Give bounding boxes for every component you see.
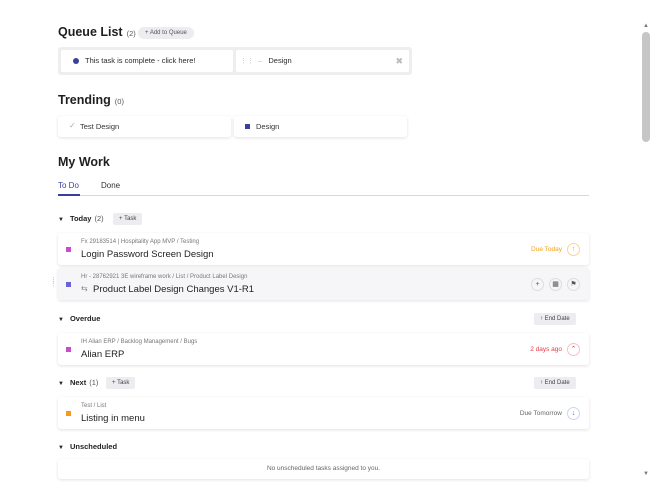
close-icon[interactable]: ✖ bbox=[395, 50, 403, 72]
group-unscheduled-label: Unscheduled bbox=[69, 442, 118, 451]
task-color-square bbox=[66, 282, 71, 287]
trending-item-label: Design bbox=[256, 122, 280, 131]
task-color-square bbox=[66, 247, 71, 252]
subtask-icon: ⇆ bbox=[81, 284, 88, 293]
group-next-label: Next bbox=[69, 378, 87, 387]
scroll-down-icon[interactable]: ▼ bbox=[642, 470, 650, 478]
tab-active-indicator bbox=[58, 194, 80, 196]
group-next-header[interactable]: ▼ Next (1) bbox=[58, 377, 98, 389]
trending-count: (0) bbox=[114, 97, 124, 106]
queue-item-label: Design bbox=[268, 56, 292, 65]
task-listing-in-menu[interactable]: Test / List Listing in menu Due Tomorrow… bbox=[58, 397, 589, 429]
task-name: Listing in menu bbox=[81, 413, 145, 424]
dash-icon: – bbox=[258, 56, 263, 65]
caret-down-icon[interactable]: ▼ bbox=[58, 378, 64, 390]
sort-end-date-button[interactable]: ↑ End Date bbox=[534, 377, 576, 389]
drag-handle-icon[interactable]: ⋮⋮ bbox=[240, 58, 254, 65]
task-name: Login Password Screen Design bbox=[81, 249, 214, 260]
group-today-header[interactable]: ▼ Today (2) bbox=[58, 213, 104, 225]
task-path: Test / List bbox=[81, 403, 107, 409]
sort-end-date-button[interactable]: ↑ End Date bbox=[534, 313, 576, 325]
queue-item-label: This task is complete - click here! bbox=[85, 56, 196, 65]
caret-down-icon[interactable]: ▼ bbox=[58, 314, 64, 326]
due-label: 2 days ago bbox=[530, 346, 562, 353]
calendar-icon[interactable]: ▦ bbox=[549, 278, 562, 291]
vertical-scrollbar[interactable]: ▲ ▼ bbox=[642, 22, 650, 478]
task-path: IH Alian ERP / Backlog Management / Bugs bbox=[81, 339, 198, 345]
trending-title-text: Trending bbox=[58, 93, 111, 107]
group-overdue-header[interactable]: ▼ Overdue bbox=[58, 313, 100, 325]
my-work-title: My Work bbox=[58, 155, 110, 169]
group-today-label: Today bbox=[69, 214, 92, 223]
group-overdue-label: Overdue bbox=[69, 314, 101, 323]
queue-list-title: Queue List (2) bbox=[58, 25, 136, 39]
add-task-next-button[interactable]: + Task bbox=[106, 377, 136, 389]
queue-item-design[interactable]: ⋮⋮ – Design ✖ bbox=[236, 50, 409, 72]
priority-up-icon[interactable]: ↑ bbox=[567, 243, 580, 256]
due-label: Due Today bbox=[531, 246, 562, 253]
trending-title: Trending (0) bbox=[58, 93, 124, 107]
queue-item-complete[interactable]: This task is complete - click here! bbox=[61, 50, 233, 72]
drag-handle-icon[interactable]: ⋮⋮ bbox=[50, 277, 57, 288]
scroll-up-icon[interactable]: ▲ bbox=[642, 22, 650, 30]
task-color-square bbox=[66, 411, 71, 416]
color-square-icon bbox=[245, 124, 250, 129]
group-today-count: (2) bbox=[94, 214, 104, 223]
queue-list-container: This task is complete - click here! ⋮⋮ –… bbox=[58, 47, 412, 75]
task-alian-erp[interactable]: IH Alian ERP / Backlog Management / Bugs… bbox=[58, 333, 589, 365]
group-next-count: (1) bbox=[89, 378, 99, 387]
task-product-label[interactable]: Hr - 28762921 3E wireframe work / List /… bbox=[58, 268, 589, 300]
queue-status-dot bbox=[73, 58, 79, 65]
tab-to-do[interactable]: To Do bbox=[58, 181, 79, 190]
trending-item-label: Test Design bbox=[80, 122, 120, 131]
check-icon: ✓ bbox=[69, 121, 76, 130]
task-color-square bbox=[66, 347, 71, 352]
priority-down-icon[interactable]: ↓ bbox=[567, 407, 580, 420]
priority-urgent-icon[interactable]: ⌃ bbox=[567, 343, 580, 356]
scrollbar-thumb[interactable] bbox=[642, 32, 650, 142]
tabs-divider bbox=[58, 195, 589, 196]
task-path: Fx 29183514 | Hospitality App MVP / Test… bbox=[81, 239, 200, 245]
task-login-password[interactable]: Fx 29183514 | Hospitality App MVP / Test… bbox=[58, 233, 589, 265]
task-name: Product Label Design Changes V1-R1 bbox=[93, 284, 255, 295]
due-label: Due Tomorrow bbox=[519, 410, 562, 417]
group-unscheduled-header[interactable]: ▼ Unscheduled bbox=[58, 441, 117, 453]
task-name: Alian ERP bbox=[81, 349, 125, 360]
unscheduled-empty-message: No unscheduled tasks assigned to you. bbox=[58, 459, 589, 479]
caret-down-icon[interactable]: ▼ bbox=[58, 214, 64, 226]
queue-count: (2) bbox=[126, 29, 136, 38]
flag-icon[interactable]: ⚑ bbox=[567, 278, 580, 291]
assign-user-icon[interactable]: + bbox=[531, 278, 544, 291]
trending-item-test-design[interactable]: ✓ Test Design bbox=[58, 116, 231, 137]
queue-list-title-text: Queue List bbox=[58, 25, 123, 39]
add-task-today-button[interactable]: + Task bbox=[113, 213, 143, 225]
add-to-queue-button[interactable]: + Add to Queue bbox=[138, 27, 194, 39]
trending-item-design[interactable]: Design bbox=[234, 116, 407, 137]
caret-down-icon[interactable]: ▼ bbox=[58, 442, 64, 454]
tab-done[interactable]: Done bbox=[101, 181, 120, 190]
task-path: Hr - 28762921 3E wireframe work / List /… bbox=[81, 274, 248, 280]
